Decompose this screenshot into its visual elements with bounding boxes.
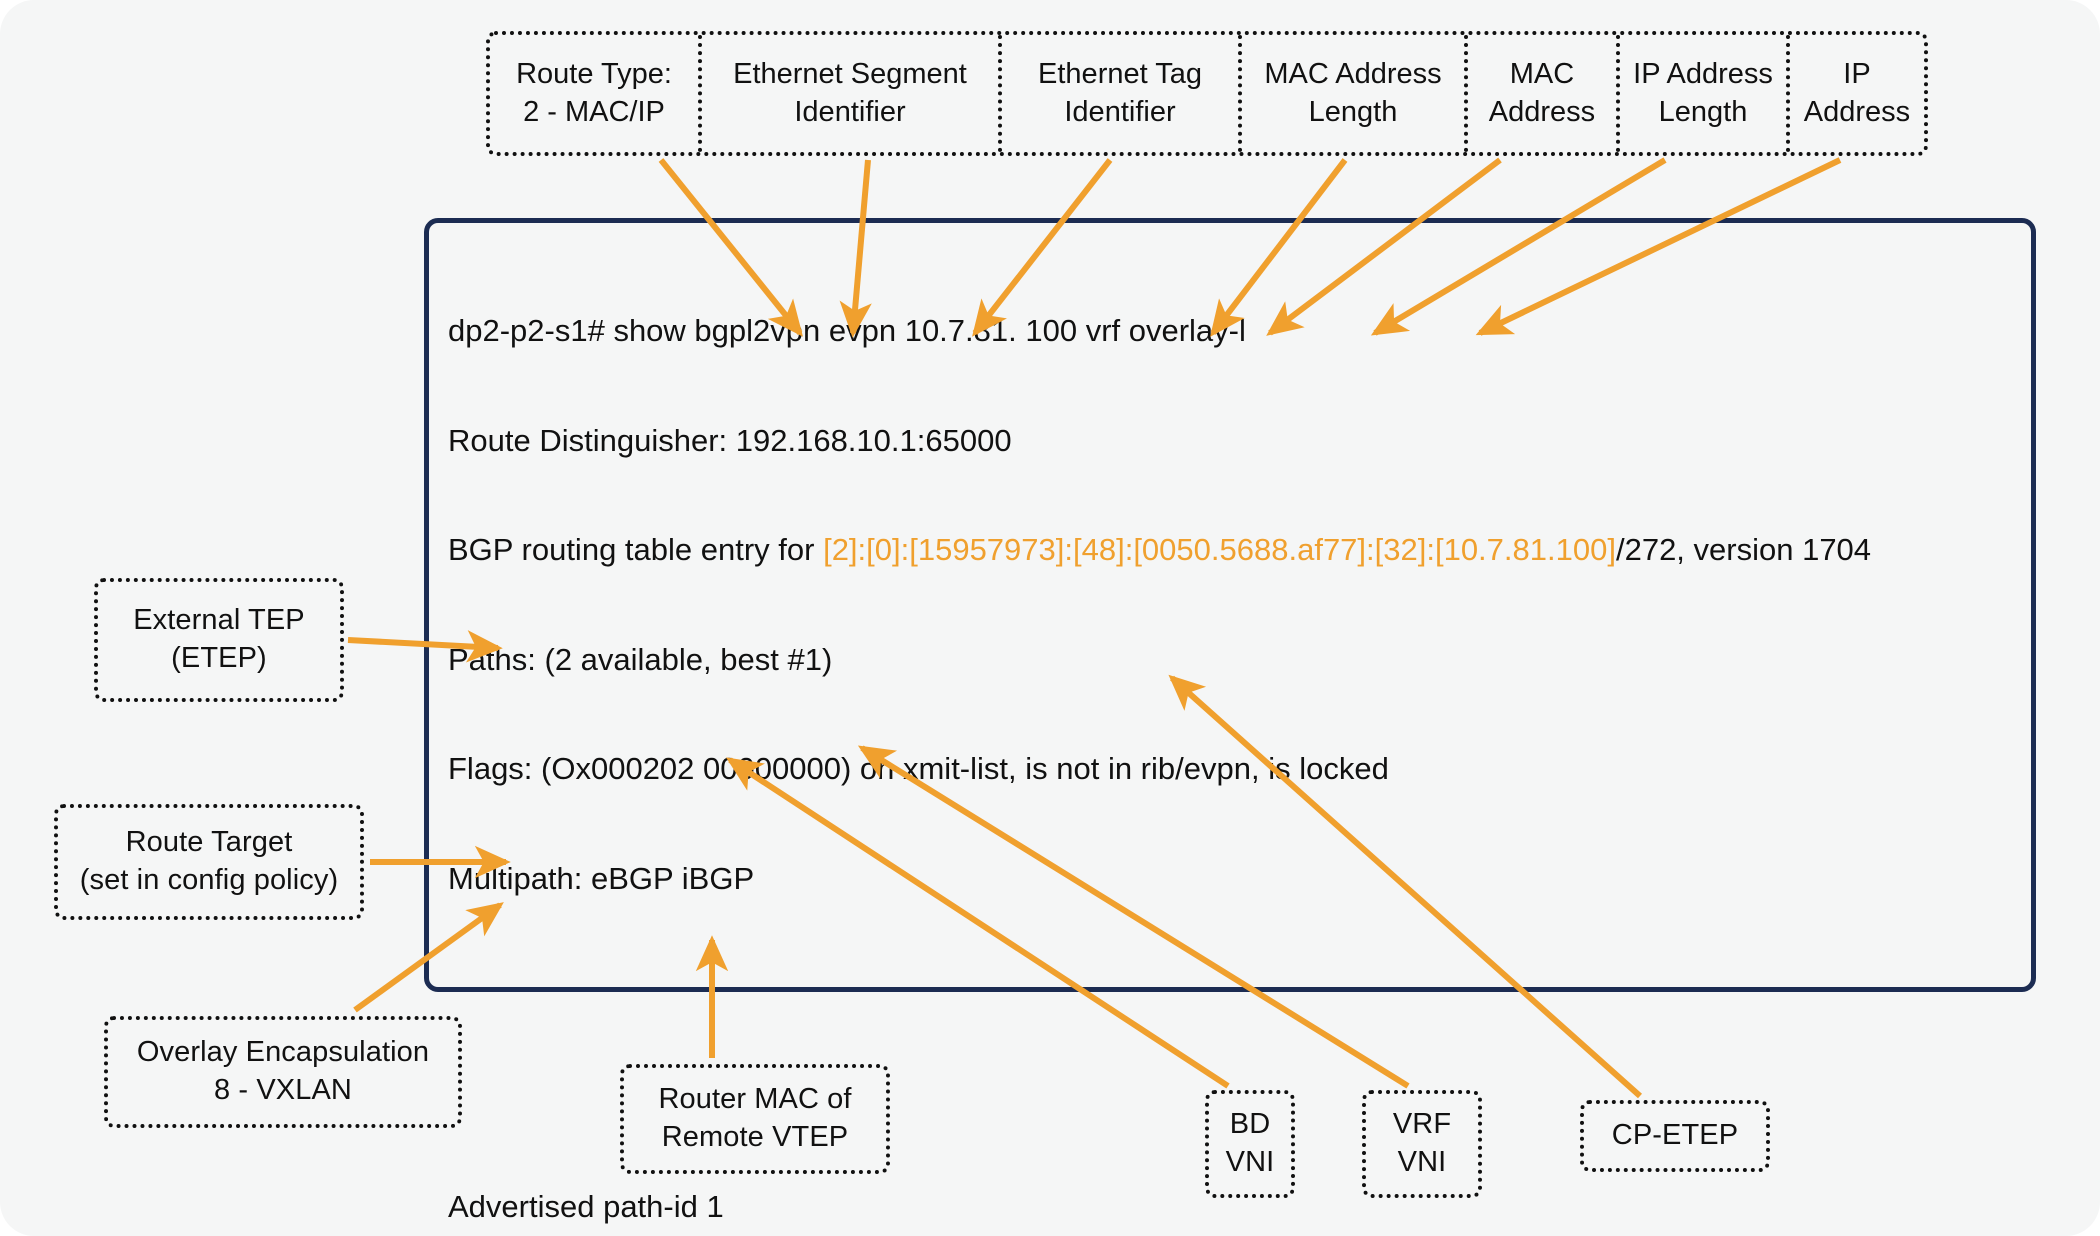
- header-box-mac-len-line-2: Length: [1308, 95, 1398, 128]
- callout-router-mac-line-2: Remote VTEP: [661, 1121, 849, 1153]
- callout-external-tep: External TEP (ETEP): [94, 578, 344, 702]
- header-box-mac-line-1: MAC: [1509, 57, 1575, 90]
- header-box-mac-address: MAC Address: [1468, 35, 1620, 152]
- header-box-eti-line-1: Ethernet Tag: [1038, 57, 1202, 90]
- callout-vrf-vni-line-2: VNI: [1397, 1146, 1447, 1178]
- header-box-ip-line-2: Address: [1803, 95, 1911, 128]
- callout-route-target-line-1: Route Target: [125, 826, 293, 859]
- header-box-route-type: Route Type: 2 - MAC/IP: [490, 35, 702, 152]
- callout-external-tep-line-1: External TEP: [133, 604, 305, 637]
- callout-bd-vni-line-2: VNI: [1225, 1146, 1275, 1178]
- route-field-header-row: Route Type: 2 - MAC/IP Ethernet Segment …: [486, 31, 1928, 156]
- header-box-mac-len-line-1: MAC Address: [1264, 57, 1442, 90]
- header-box-mac-line-2: Address: [1488, 95, 1596, 128]
- header-box-route-type-line-1: Route Type:: [516, 57, 672, 90]
- header-box-ip-len-line-1: IP Address: [1633, 57, 1773, 90]
- header-box-mac-address-length: MAC Address Length: [1242, 35, 1468, 152]
- header-box-esi-line-1: Ethernet Segment: [733, 57, 967, 90]
- callout-overlay-encapsulation-line-2: 8 - VXLAN: [214, 1074, 352, 1106]
- header-box-ethernet-tag-identifier: Ethernet Tag Identifier: [1002, 35, 1242, 152]
- callout-cp-etep-line-1: CP-ETEP: [1611, 1119, 1739, 1152]
- diagram-canvas: Route Type: 2 - MAC/IP Ethernet Segment …: [0, 0, 2100, 1236]
- cli-output-panel: [424, 218, 2036, 992]
- callout-router-mac: Router MAC of Remote VTEP: [620, 1064, 890, 1174]
- header-box-ip-address: IP Address: [1790, 35, 1924, 152]
- callout-route-target: Route Target (set in config policy): [54, 804, 364, 920]
- callout-route-target-line-2: (set in config policy): [79, 864, 339, 896]
- callout-external-tep-line-2: (ETEP): [171, 642, 267, 674]
- header-box-route-type-line-2: 2 - MAC/IP: [523, 95, 665, 128]
- callout-vrf-vni-line-1: VRF: [1392, 1108, 1452, 1141]
- header-box-esi-line-2: Identifier: [794, 95, 906, 128]
- header-box-ip-len-line-2: Length: [1658, 95, 1748, 128]
- header-box-ip-address-length: IP Address Length: [1620, 35, 1790, 152]
- header-box-ethernet-segment-identifier: Ethernet Segment Identifier: [702, 35, 1002, 152]
- callout-overlay-encapsulation-line-1: Overlay Encapsulation: [136, 1036, 430, 1069]
- callout-overlay-encapsulation: Overlay Encapsulation 8 - VXLAN: [104, 1016, 462, 1128]
- header-box-eti-line-2: Identifier: [1064, 95, 1176, 128]
- callout-bd-vni-line-1: BD: [1229, 1108, 1271, 1141]
- callout-router-mac-line-1: Router MAC of: [658, 1083, 852, 1116]
- header-box-ip-line-1: IP: [1843, 57, 1871, 90]
- callout-vrf-vni: VRF VNI: [1362, 1090, 1482, 1198]
- callout-cp-etep: CP-ETEP: [1580, 1100, 1770, 1172]
- callout-bd-vni: BD VNI: [1205, 1090, 1295, 1198]
